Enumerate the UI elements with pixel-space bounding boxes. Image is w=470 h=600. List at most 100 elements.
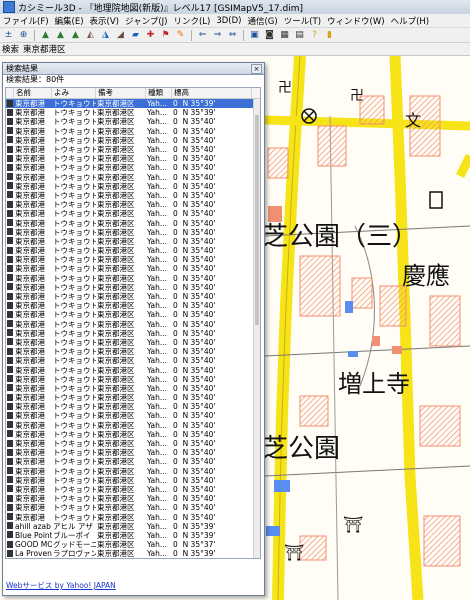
marker-icon[interactable]: ✚	[144, 29, 157, 41]
list-item[interactable]: 東京都港 トウキョウト 東京都港区 Yah... 0 N 35°40'	[6, 512, 260, 522]
arrow-right-icon[interactable]: ⇒	[211, 29, 224, 41]
list-item[interactable]: 東京都港 トウキョウト 東京都港区 Yah... 0 N 35°39'	[6, 99, 260, 109]
result-kind: Yah...	[147, 383, 168, 393]
list-item[interactable]: 東京都港 トウキョウト 東京都港区 Yah... 0 N 35°40'	[6, 375, 260, 384]
list-item[interactable]: 東京都港 トウキョウト 東京都港区 Yah... 0 N 35°40'	[6, 448, 260, 457]
list-item[interactable]: 東京都港 トウキョウト 東京都港区 Yah... 0 N 35°40'	[6, 365, 260, 375]
list-item[interactable]: La Provenc ラプロヴァン 東京都港区 Yah... 0 N 35°39'	[6, 549, 260, 558]
list-item[interactable]: 東京都港 トウキョウト 東京都港区 Yah... 0 N 35°40'	[6, 264, 260, 273]
results-list[interactable]: 名前 よみ 備考 種類 標高 東京都港 トウキョウト 東京都港区 Yah... 0 N …	[5, 87, 261, 559]
list-item[interactable]: 東京都港 トウキョウト 東京都港区 Yah... 0 N 35°40'	[6, 457, 260, 466]
menu-jump[interactable]: ジャンプ(J)	[122, 15, 170, 27]
list-item[interactable]: 東京都港 トウキョウト 東京都港区 Yah... 0 N 35°40'	[6, 200, 260, 209]
list-item[interactable]: 東京都港 トウキョウト 東京都港区 Yah... 0 N 35°40'	[6, 347, 260, 356]
zoom-icon[interactable]: ⊕	[17, 29, 30, 41]
result-name: 東京都港	[15, 319, 45, 329]
building	[392, 346, 402, 354]
list-item[interactable]: ahill azab アヒル アザ 東京都港区 Yah... 0 N 35°39'	[6, 522, 260, 531]
list-item[interactable]: 東京都港 トウキョウト 東京都港区 Yah... 0 N 35°40'	[6, 310, 260, 319]
menu-help[interactable]: ヘルプ(H)	[388, 15, 433, 27]
list-item[interactable]: 東京都港 トウキョウト 東京都港区 Yah... 0 N 35°40'	[6, 292, 260, 301]
mountain-down-icon[interactable]: ▲	[69, 29, 82, 41]
scrollbar-thumb[interactable]	[255, 115, 259, 325]
scrollbar[interactable]	[253, 99, 260, 558]
list-item[interactable]: 東京都港 トウキョウト 東京都港区 Yah... 0 N 35°40'	[6, 209, 260, 218]
car-icon[interactable]: ▰	[129, 29, 142, 41]
list-item[interactable]: 東京都港 トウキョウト 東京都港区 Yah... 0 N 35°40'	[6, 467, 260, 476]
result-note: 東京都港区	[97, 328, 135, 338]
list-item[interactable]: 東京都港 トウキョウト 東京都港区 Yah... 0 N 35°40'	[6, 255, 260, 264]
arrow-both-icon[interactable]: ⇔	[226, 29, 239, 41]
list-item[interactable]: 東京都港 トウキョウト 東京都港区 Yah... 0 N 35°40'	[6, 402, 260, 411]
list-item[interactable]: GOOD MO グッドモーニ 東京都港区 Yah... 0 N 35°37'	[6, 540, 260, 549]
list-item[interactable]: 東京都港 トウキョウト 東京都港区 Yah... 0 N 35°40'	[6, 117, 260, 126]
menu-tools[interactable]: ツール(T)	[281, 15, 324, 27]
mountain-icon[interactable]: ▲	[39, 29, 52, 41]
menu-3d[interactable]: 3D(D)	[213, 16, 244, 26]
flag-icon[interactable]: ⚑	[159, 29, 172, 41]
menu-link[interactable]: リンク(L)	[170, 15, 213, 27]
terrain-icon[interactable]: ◭	[84, 29, 97, 41]
list-item[interactable]: 東京都港 トウキョウト 東京都港区 Yah... 0 N 35°40'	[6, 356, 260, 365]
list-item[interactable]: 東京都港 トウキョウト 東京都港区 Yah... 0 N 35°40'	[6, 476, 260, 485]
grid-icon[interactable]: ▦	[278, 29, 291, 41]
menu-file[interactable]: ファイル(F)	[0, 15, 52, 27]
list-item[interactable]: 東京都港 トウキョウト 東京都港区 Yah... 0 N 35°40'	[6, 228, 260, 237]
list-item[interactable]: 東京都港 トウキョウト 東京都港区 Yah... 0 N 35°40'	[6, 411, 260, 420]
list-item[interactable]: 東京都港 トウキョウト 東京都港区 Yah... 0 N 35°40'	[6, 494, 260, 503]
search-field[interactable]: 東京都港区	[23, 43, 66, 55]
list-item[interactable]: 東京都港 トウキョウト 東京都港区 Yah... 0 N 35°40'	[6, 127, 260, 136]
list-item[interactable]: Blue Point ブルーポイ 東京都港区 Yah... 0 N 35°39'	[6, 531, 260, 540]
list-item[interactable]: 東京都港 トウキョウト 東京都港区 Yah... 0 N 35°40'	[6, 329, 260, 338]
landscape-icon[interactable]: ◮	[99, 29, 112, 41]
column-kind[interactable]: 種類	[146, 88, 172, 98]
arrow-left-icon[interactable]: ⇐	[196, 29, 209, 41]
list-item[interactable]: LF CAFEエルエフカ東京都港区Yah...0 N 35°39'	[6, 558, 260, 559]
list-item[interactable]: 東京都港 トウキョウト 東京都港区 Yah... 0 N 35°40'	[6, 237, 260, 246]
column-note[interactable]: 備考	[96, 88, 146, 98]
list-item[interactable]: 東京都港 トウキョウト 東京都港区 Yah... 0 N 35°40'	[6, 338, 260, 347]
camera-icon[interactable]: ◙	[263, 29, 276, 41]
list-item[interactable]: 東京都港 トウキョウト 東京都港区 Yah... 0 N 35°40'	[6, 503, 260, 512]
placemark-icon	[7, 108, 13, 116]
list-item[interactable]: 東京都港 トウキョウト 東京都港区 Yah... 0 N 35°40'	[6, 320, 260, 329]
list-item[interactable]: 東京都港 トウキョウト 東京都港区 Yah... 0 N 35°40'	[6, 301, 260, 310]
list-item[interactable]: 東京都港 トウキョウト 東京都港区 Yah... 0 N 35°40'	[6, 283, 260, 292]
list-item[interactable]: 東京都港 トウキョウト 東京都港区 Yah... 0 N 35°40'	[6, 430, 260, 439]
building	[299, 395, 329, 427]
menu-comm[interactable]: 通信(G)	[244, 15, 280, 27]
list-item[interactable]: 東京都港 トウキョウト 東京都港区 Yah... 0 N 35°39'	[6, 108, 260, 117]
help-icon[interactable]: ?	[308, 29, 321, 41]
list-item[interactable]: 東京都港 トウキョウト 東京都港区 Yah... 0 N 35°40'	[6, 485, 260, 494]
list-item[interactable]: 東京都港 トウキョウト 東京都港区 Yah... 0 N 35°40'	[6, 393, 260, 402]
yahoo-web-service-link[interactable]: Webサービス by Yahoo! JAPAN	[6, 580, 116, 591]
settings-icon[interactable]: ▤	[293, 29, 306, 41]
list-item[interactable]: 東京都港 トウキョウト 東京都港区 Yah... 0 N 35°40'	[6, 145, 260, 154]
shade-icon[interactable]: ◢	[114, 29, 127, 41]
list-item[interactable]: 東京都港 トウキョウト 東京都港区 Yah... 0 N 35°40'	[6, 154, 260, 163]
pencil-icon[interactable]: ✎	[174, 29, 187, 41]
gps-icon[interactable]: ▣	[248, 29, 261, 41]
list-item[interactable]: 東京都港 トウキョウト 東京都港区 Yah... 0 N 35°40'	[6, 384, 260, 393]
column-yomi[interactable]: よみ	[52, 88, 96, 98]
cursor-icon[interactable]: ±	[2, 29, 15, 41]
list-item[interactable]: 東京都港 トウキョウト 東京都港区 Yah... 0 N 35°40'	[6, 182, 260, 191]
list-item[interactable]: 東京都港 トウキョウト 東京都港区 Yah... 0 N 35°40'	[6, 274, 260, 283]
result-altitude: 0	[173, 457, 178, 467]
mountain-up-icon[interactable]: ▲	[54, 29, 67, 41]
list-item[interactable]: 東京都港 トウキョウト 東京都港区 Yah... 0 N 35°40'	[6, 191, 260, 200]
list-item[interactable]: 東京都港 トウキョウト 東京都港区 Yah... 0 N 35°40'	[6, 163, 260, 172]
menu-edit[interactable]: 編集(E)	[52, 15, 87, 27]
list-item[interactable]: 東京都港 トウキョウト 東京都港区 Yah... 0 N 35°40'	[6, 439, 260, 448]
column-altitude[interactable]: 標高	[172, 88, 252, 98]
column-name[interactable]: 名前	[14, 88, 52, 98]
list-item[interactable]: 東京都港 トウキョウト 東京都港区 Yah... 0 N 35°40'	[6, 136, 260, 145]
list-item[interactable]: 東京都港 トウキョウト 東京都港区 Yah... 0 N 35°40'	[6, 421, 260, 430]
list-item[interactable]: 東京都港 トウキョウト 東京都港区 Yah... 0 N 35°40'	[6, 246, 260, 255]
list-item[interactable]: 東京都港 トウキョウト 東京都港区 Yah... 0 N 35°40'	[6, 218, 260, 228]
list-item[interactable]: 東京都港 トウキョウト 東京都港区 Yah... 0 N 35°40'	[6, 173, 260, 182]
book-icon[interactable]: ▮	[323, 29, 336, 41]
menu-view[interactable]: 表示(V)	[87, 15, 122, 27]
close-icon[interactable]: ×	[251, 64, 262, 74]
menu-window[interactable]: ウィンドウ(W)	[324, 15, 388, 27]
